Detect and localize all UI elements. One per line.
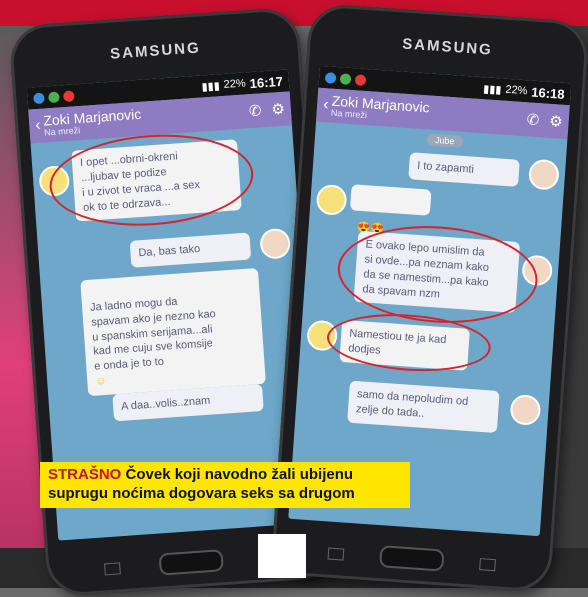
battery-level: 22% xyxy=(505,83,528,98)
avatar xyxy=(527,158,560,191)
message-bubble: I to zapamti xyxy=(408,152,520,187)
back-arrow-icon[interactable]: ‹ xyxy=(323,96,330,114)
back-arrow-icon[interactable]: ‹ xyxy=(35,117,42,135)
settings-icon[interactable]: ⚙ xyxy=(271,100,286,119)
smiley-icon: ☺ xyxy=(94,374,107,388)
caption-kicker: STRAŠNO xyxy=(48,466,122,483)
phone-brand: SAMSUNG xyxy=(109,39,202,63)
menu-key-icon[interactable] xyxy=(104,562,121,576)
back-key-icon[interactable] xyxy=(479,558,496,572)
avatar xyxy=(38,164,71,197)
home-button[interactable] xyxy=(379,545,445,572)
whatsapp-icon xyxy=(48,90,60,103)
date-separator: Jube xyxy=(426,133,463,148)
caption: STRAŠNO Čovek koji navodno žali ubijenu … xyxy=(40,462,410,508)
message-bubble: samo da nepoludim od zelje do tada.. xyxy=(347,380,500,433)
avatar xyxy=(259,227,292,260)
avatar xyxy=(521,254,554,287)
white-box xyxy=(258,534,306,578)
message-bubble: Namestiou te ja kad dodjes xyxy=(339,319,470,371)
call-icon[interactable]: ✆ xyxy=(526,110,540,129)
message-bubble: 😍😍 xyxy=(349,184,432,235)
notification-icon xyxy=(354,73,367,86)
signal-icon: ▮▮▮ xyxy=(201,79,221,93)
app-icon xyxy=(324,71,337,84)
whatsapp-icon xyxy=(339,72,352,85)
avatar xyxy=(306,319,339,352)
settings-icon[interactable]: ⚙ xyxy=(549,112,564,131)
avatar xyxy=(509,393,542,426)
battery-level: 22% xyxy=(223,77,247,91)
avatar xyxy=(315,183,348,216)
signal-icon: ▮▮▮ xyxy=(482,82,502,96)
status-time: 16:17 xyxy=(249,73,284,91)
menu-key-icon[interactable] xyxy=(327,547,345,561)
message-bubble: I opet ...obrni-okreni ...ljubav te podi… xyxy=(71,139,242,222)
message-text xyxy=(357,207,358,219)
message-text: Ja ladno mogu da spavam ako je nezno kao… xyxy=(89,295,217,373)
message-bubble: Ja ladno mogu da spavam ako je nezno kao… xyxy=(80,267,266,397)
message-bubble: E ovako lepo umislim da si ovde...pa nez… xyxy=(353,230,521,314)
message-bubble: Da, bas tako xyxy=(129,232,252,268)
notification-icon xyxy=(62,89,75,102)
call-icon[interactable]: ✆ xyxy=(248,101,262,120)
phone-brand: SAMSUNG xyxy=(401,35,494,59)
home-button[interactable] xyxy=(158,549,224,576)
app-icon xyxy=(33,91,45,104)
status-time: 16:18 xyxy=(530,84,566,102)
